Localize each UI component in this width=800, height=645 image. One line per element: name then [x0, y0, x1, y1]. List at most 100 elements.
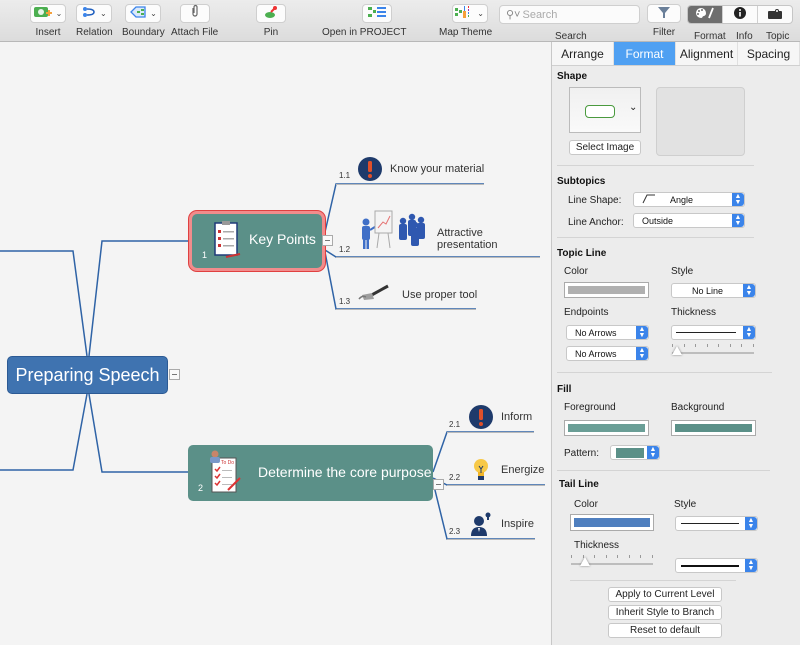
tab-alignment[interactable]: Alignment — [676, 42, 738, 65]
select-image-label: Select Image — [575, 142, 635, 153]
search-icon: ⚲˅ — [506, 9, 521, 21]
slider-thumb[interactable] — [580, 557, 590, 566]
root-connector-core-purpose — [88, 393, 188, 473]
tab-arrange[interactable]: Arrange — [552, 42, 614, 65]
attach-file-tool[interactable]: Attach File — [171, 4, 218, 38]
thin-line-icon — [681, 523, 739, 524]
search-label: Search — [555, 31, 587, 42]
pattern-select[interactable]: ▲ ▼ — [610, 445, 660, 460]
topic-line-thickness-slider[interactable] — [672, 344, 754, 358]
attach-file-label: Attach File — [171, 27, 219, 38]
filter-tool[interactable]: Filter — [647, 4, 681, 38]
panel-switcher — [687, 5, 793, 24]
subtopic-number: 1.2 — [339, 245, 351, 254]
subtopic-number: 2.2 — [449, 473, 461, 482]
palette-icon — [695, 6, 715, 23]
todo-list-icon: To Do — [206, 450, 242, 501]
lightbulb-icon — [473, 458, 489, 485]
collapse-core-purpose-toggle[interactable] — [433, 479, 444, 490]
tail-line-section-title: Tail Line — [559, 479, 599, 490]
topic-line-style-label: Style — [671, 266, 694, 277]
apply-to-current-level-button[interactable]: Apply to Current Level — [608, 587, 722, 602]
chevron-down-icon: ⌄ — [99, 9, 107, 18]
tail-line-thickness-label: Thickness — [574, 540, 620, 551]
map-theme-icon — [455, 5, 473, 23]
tail-line-thickness-slider[interactable] — [571, 555, 653, 569]
line-anchor-select[interactable]: Outside ▲ ▼ — [633, 213, 745, 228]
subtopic-use-proper-tool[interactable]: 1.3 Use proper tool — [336, 282, 481, 309]
collapse-key-points-toggle[interactable] — [322, 235, 333, 246]
divider — [557, 470, 770, 471]
open-in-project-tool[interactable]: Open in PROJECT — [322, 4, 406, 38]
reset-to-default-button[interactable]: Reset to default — [608, 623, 722, 638]
root-connector-left-bottom — [0, 393, 88, 471]
subtopic-title: Know your material — [390, 163, 485, 175]
subtopic-attractive-presentation[interactable]: 1.2 Attractive presentation — [336, 207, 546, 257]
relation-label: Relation — [76, 27, 113, 38]
topic-line-color-swatch[interactable] — [564, 282, 649, 298]
slider-thumb[interactable] — [672, 346, 682, 355]
inherit-style-to-branch-button[interactable]: Inherit Style to Branch — [608, 605, 722, 620]
color-fill — [568, 424, 645, 432]
color-fill — [574, 518, 650, 527]
subtopic-inform[interactable]: 2.1 Inform — [447, 402, 537, 432]
select-image-button[interactable]: Select Image — [569, 140, 641, 155]
tail-line-color-label: Color — [574, 499, 598, 510]
subtopic-title: Use proper tool — [402, 289, 478, 301]
subtopic-title: Energize — [501, 464, 545, 476]
topic-line-section-title: Topic Line — [557, 248, 607, 259]
tab-label: Format — [625, 46, 664, 61]
tab-spacing[interactable]: Spacing — [738, 42, 800, 65]
root-topic-title: Preparing Speech — [15, 364, 160, 385]
topic-line-style-select[interactable]: No Line ▲ ▼ — [671, 283, 756, 298]
line-shape-select[interactable]: Angle ▲ ▼ — [633, 192, 745, 207]
tail-line-thickness-select[interactable]: ▲ ▼ — [675, 558, 758, 573]
mind-map-canvas[interactable]: Preparing Speech Key Points 1 1.1 Know y… — [0, 42, 551, 645]
background-color-swatch[interactable] — [671, 420, 756, 436]
topic-icon — [768, 6, 782, 23]
tail-line-style-select[interactable]: ▲ ▼ — [675, 516, 758, 531]
endpoint-start-select[interactable]: No Arrows ▲ ▼ — [566, 325, 649, 340]
pin-tool[interactable]: Pin — [256, 4, 286, 38]
subtopic-number: 1.3 — [339, 297, 351, 306]
tail-line-color-swatch[interactable] — [570, 514, 654, 531]
image-preview[interactable] — [656, 87, 745, 156]
root-topic[interactable]: Preparing Speech — [7, 356, 168, 394]
topic-number: 2 — [198, 483, 204, 493]
line-anchor-label: Line Anchor: — [568, 217, 624, 228]
line-shape-value: Angle — [670, 194, 694, 205]
subtopic-inspire[interactable]: 2.3 Inspire — [447, 509, 537, 539]
boundary-tool[interactable]: ⌄ Boundary — [122, 4, 165, 38]
tab-format[interactable]: Format — [614, 42, 676, 65]
map-theme-tool[interactable]: ⌄ Map Theme — [439, 4, 492, 38]
tab-label: Alignment — [679, 46, 734, 61]
topic-title: Determine the core purpose — [258, 464, 432, 480]
relation-tool[interactable]: ⌄ Relation — [76, 4, 113, 38]
stepper-icon: ▲ ▼ — [743, 326, 755, 339]
pin-icon — [264, 5, 278, 23]
line-anchor-value: Outside — [642, 215, 674, 226]
subtopic-number: 2.1 — [449, 420, 461, 429]
topic-line-color-label: Color — [564, 266, 588, 277]
divider — [570, 580, 736, 581]
shape-picker[interactable]: ⌄ — [569, 87, 641, 133]
topic-panel-button[interactable] — [758, 6, 792, 23]
subtopic-energize[interactable]: 2.2 Energize — [447, 455, 547, 485]
pattern-swatch — [616, 447, 644, 458]
topic-key-points[interactable]: Key Points 1 — [192, 214, 322, 268]
subtopic-know-material[interactable]: 1.1 Know your material — [336, 154, 486, 184]
insert-label: Insert — [35, 27, 61, 38]
topic-line-thickness-select[interactable]: ▲ ▼ — [671, 325, 756, 340]
format-panel-button[interactable] — [688, 6, 723, 23]
subtopic-number: 2.3 — [449, 527, 461, 536]
search-input[interactable]: ⚲˅ Search — [499, 5, 640, 24]
topic-core-purpose[interactable]: To Do Determine the core purpose 2 — [188, 445, 433, 501]
topic-title: Key Points — [249, 231, 316, 247]
info-panel-button[interactable] — [723, 6, 758, 23]
endpoint-end-select[interactable]: No Arrows ▲ ▼ — [566, 346, 649, 361]
insert-tool[interactable]: ⌄ Insert — [30, 4, 66, 38]
button-label: Apply to Current Level — [615, 589, 715, 600]
endpoint-start-value: No Arrows — [575, 327, 617, 338]
foreground-color-swatch[interactable] — [564, 420, 649, 436]
collapse-root-toggle[interactable] — [169, 369, 180, 380]
